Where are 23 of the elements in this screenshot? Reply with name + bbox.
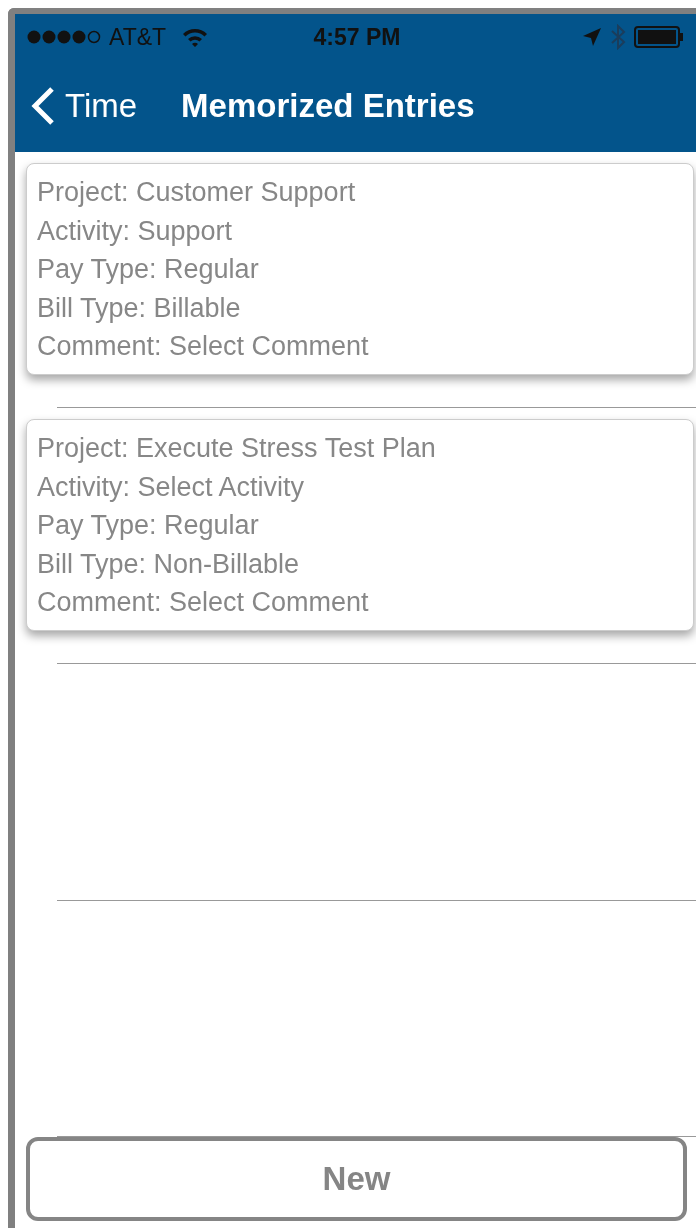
- entry-card[interactable]: Project: Execute Stress Test Plan Activity: Select Activity Pay Type: Regular Bill Type: Non-Billable Comment: Select Comment: [26, 419, 694, 631]
- clock-time: 4:57 PM: [313, 22, 401, 52]
- entry-detail: Pay Type: Regular: [37, 253, 260, 287]
- signal-icon: [27, 29, 101, 45]
- bluetooth-icon: [610, 24, 626, 50]
- location-icon: [582, 27, 602, 47]
- entry-detail: Pay Type: Regular: [37, 509, 260, 543]
- entry-detail: Project: Execute Stress Test Plan: [37, 432, 437, 465]
- entry-card[interactable]: Project: Customer Support Activity: Support Pay Type: Regular Bill Type: Billable Comment: Select Comment: [26, 163, 694, 375]
- entry-detail: Comment: Select Comment: [37, 330, 370, 364]
- back-icon: [31, 86, 55, 126]
- carrier-label: AT&T: [109, 22, 167, 52]
- entry-detail: Bill Type: Billable: [37, 291, 242, 325]
- entry-detail: Activity: Select Activity: [37, 470, 306, 504]
- screen-title: Memorized Entries: [181, 86, 475, 127]
- entry-detail: Bill Type: Non-Billable: [37, 547, 301, 581]
- wifi-icon: [182, 27, 209, 47]
- entry-detail: Activity: Support: [37, 214, 234, 248]
- entry-detail: Comment: Select Comment: [37, 586, 370, 620]
- back-button[interactable]: Time: [31, 81, 138, 131]
- new-button[interactable]: New: [26, 1137, 687, 1221]
- battery-icon: [634, 26, 684, 48]
- entry-detail: Project: Customer Support: [37, 176, 357, 209]
